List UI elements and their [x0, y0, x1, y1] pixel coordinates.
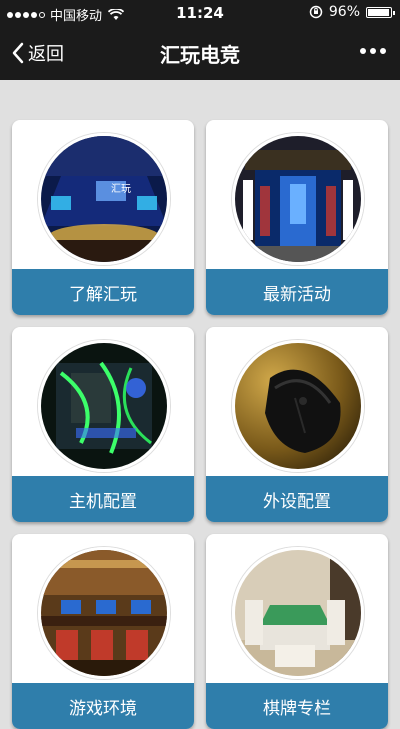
battery-percent: 96%	[328, 4, 360, 20]
battery-icon	[366, 6, 395, 18]
pc-case-image	[38, 340, 170, 472]
card-peripheral-config[interactable]: 外设配置	[206, 327, 388, 522]
orientation-lock-icon	[309, 5, 323, 19]
card-label: 主机配置	[12, 476, 194, 522]
game-room-image	[38, 547, 170, 679]
mahjong-table-image	[232, 547, 364, 679]
card-events[interactable]: 最新活动	[206, 120, 388, 315]
card-label: 游戏环境	[12, 683, 194, 729]
more-dot-icon	[360, 48, 366, 54]
more-options-button[interactable]	[360, 48, 386, 54]
more-dot-icon	[370, 48, 376, 54]
battery-level	[368, 8, 390, 16]
status-right: 96%	[309, 4, 395, 20]
menu-grid: 汇玩 了解汇玩 最新活动 主机配置 外设配置 游戏环境 棋牌专栏	[12, 120, 388, 729]
storefront-image	[232, 133, 364, 265]
card-pc-config[interactable]: 主机配置	[12, 327, 194, 522]
card-game-environment[interactable]: 游戏环境	[12, 534, 194, 729]
nav-bar: 返回 汇玩电竞	[0, 26, 400, 80]
card-about[interactable]: 汇玩 了解汇玩	[12, 120, 194, 315]
card-label: 外设配置	[206, 476, 388, 522]
more-dot-icon	[380, 48, 386, 54]
card-label: 最新活动	[206, 269, 388, 315]
card-label: 棋牌专栏	[206, 683, 388, 729]
card-chess-cards[interactable]: 棋牌专栏	[206, 534, 388, 729]
card-label: 了解汇玩	[12, 269, 194, 315]
gaming-mouse-image	[232, 340, 364, 472]
status-bar: 中国移动 11:24 96%	[0, 0, 400, 26]
back-label: 返回	[28, 44, 64, 65]
venue-stage-image: 汇玩	[38, 133, 170, 265]
svg-text:汇玩: 汇玩	[111, 182, 131, 195]
chevron-left-icon	[12, 42, 24, 64]
back-button[interactable]: 返回	[12, 40, 64, 66]
